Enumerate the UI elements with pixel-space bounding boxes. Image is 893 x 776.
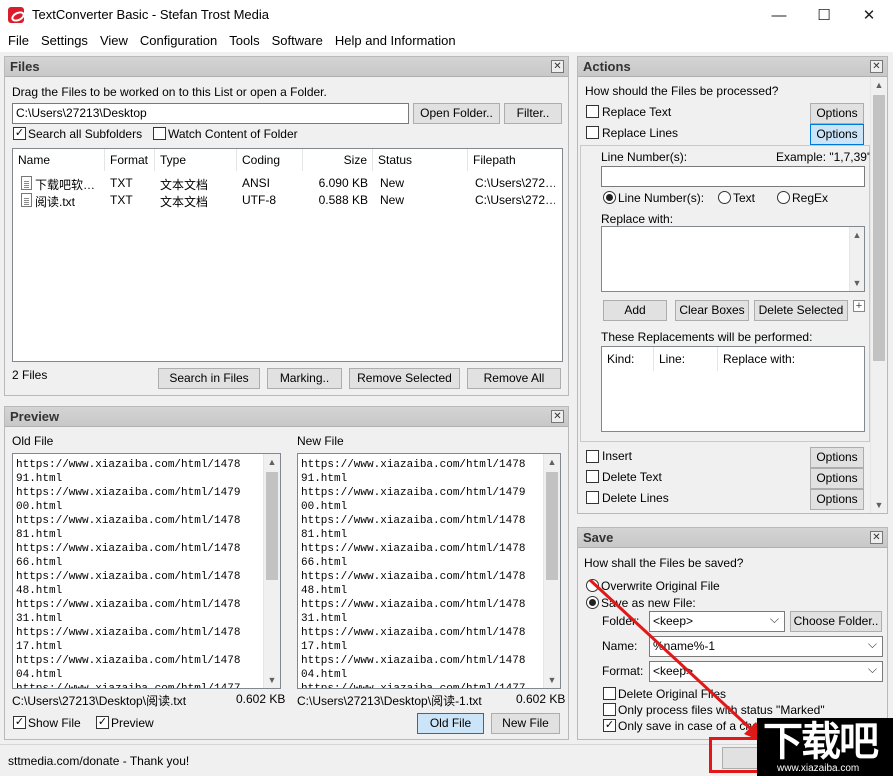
watermark-url: www.xiazaiba.com — [777, 763, 860, 774]
watermark-logo: 下载吧 www.xiazaiba.com — [757, 718, 893, 776]
watermark-logo-text: 下载吧 — [763, 719, 879, 765]
annotation-arrow — [588, 578, 768, 744]
start-button[interactable] — [722, 747, 762, 769]
